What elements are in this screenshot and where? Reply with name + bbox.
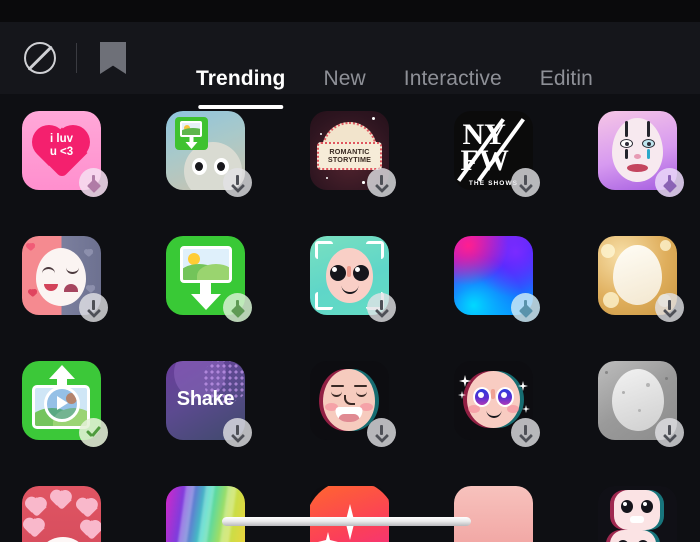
effect-tile-sparkle-big-eyes[interactable] — [454, 361, 540, 447]
download-arrow-icon — [86, 300, 101, 315]
effect-tile-green-photo-save[interactable] — [166, 236, 252, 322]
download-badge[interactable] — [79, 168, 108, 197]
photo-download-icon — [175, 117, 208, 150]
effect-tile-glitch-smile-face[interactable] — [310, 361, 396, 447]
effects-grid: i luv u <3 ROMANTIC STORYTIME NY FW THE … — [0, 94, 700, 542]
tile-artwork — [454, 486, 533, 542]
effect-tile-sun-sparkle[interactable] — [310, 486, 389, 542]
effect-tile-crowd-clone[interactable] — [454, 486, 533, 542]
stone-face-icon — [612, 369, 664, 431]
effect-tile-nyfw[interactable]: NY FW THE SHOWS — [454, 111, 540, 197]
download-badge[interactable] — [223, 168, 252, 197]
header-divider — [76, 43, 77, 73]
effect-tile-aurora-lights[interactable] — [166, 486, 245, 542]
download-arrow-icon — [374, 425, 389, 440]
download-arrow-icon — [374, 175, 389, 190]
effect-tile-shake[interactable]: Shake — [166, 361, 252, 447]
tab-interactive-label: Interactive — [403, 67, 502, 90]
effect-tile-face-scan[interactable] — [310, 236, 396, 322]
image-icon — [180, 121, 202, 137]
down-arrow-icon — [185, 136, 198, 149]
check-icon — [86, 427, 102, 439]
download-arrow-icon — [230, 425, 245, 440]
scan-corner-icon — [315, 241, 333, 259]
marquee-line2: STORYTIME — [327, 155, 372, 164]
prohibition-circle-icon — [24, 42, 56, 74]
download-badge[interactable] — [511, 168, 540, 197]
tab-trending[interactable]: Trending — [196, 67, 286, 109]
scan-corner-icon — [315, 292, 333, 310]
bookmark-icon[interactable] — [91, 36, 135, 80]
effect-tile-video-upload[interactable] — [22, 361, 108, 447]
download-badge[interactable] — [79, 293, 108, 322]
marquee-board: ROMANTIC STORYTIME — [317, 142, 382, 170]
scan-corner-icon — [366, 241, 384, 259]
downloaded-badge[interactable] — [79, 418, 108, 447]
download-arrow-icon — [230, 175, 245, 190]
download-arrow-icon — [518, 300, 533, 315]
effects-panel: Trending New Interactive Editin i luv u … — [0, 0, 700, 542]
download-badge[interactable] — [655, 293, 684, 322]
tile-title: i luv u <3 — [49, 133, 74, 158]
download-badge[interactable] — [367, 418, 396, 447]
effect-tile-i-luv-u[interactable]: i luv u <3 — [22, 111, 108, 197]
no-effect-icon[interactable] — [18, 36, 62, 80]
download-arrow-icon — [86, 175, 101, 190]
tab-trending-label: Trending — [196, 67, 286, 90]
clown-face-icon — [612, 118, 663, 182]
download-badge[interactable] — [511, 293, 540, 322]
glitch-face-icon — [610, 530, 656, 542]
tile-artwork — [310, 486, 389, 542]
effects-header: Trending New Interactive Editin — [0, 22, 700, 109]
tab-editing-label: Editin — [539, 67, 593, 90]
effect-tile-gold-bokeh[interactable] — [598, 236, 684, 322]
download-badge[interactable] — [655, 168, 684, 197]
tile-title: Shake — [176, 388, 235, 410]
download-badge[interactable] — [511, 418, 540, 447]
download-badge[interactable] — [223, 293, 252, 322]
download-arrow-icon — [662, 300, 677, 315]
play-icon — [43, 385, 80, 422]
download-arrow-icon — [230, 300, 245, 315]
download-badge[interactable] — [223, 418, 252, 447]
effect-tile-duo-glitch-faces[interactable] — [598, 486, 677, 542]
sparkle-face-icon — [467, 371, 520, 428]
glitch-face-icon — [323, 369, 375, 431]
tab-new-label: New — [323, 67, 366, 90]
download-arrow-icon — [662, 425, 677, 440]
effect-tile-pink-hearts[interactable] — [22, 486, 101, 542]
horizontal-scrollbar[interactable] — [222, 517, 471, 526]
download-badge[interactable] — [367, 168, 396, 197]
tile-artwork — [22, 486, 101, 542]
gold-blob-icon — [613, 245, 662, 305]
tab-editing[interactable]: Editin — [540, 67, 593, 93]
tab-new[interactable]: New — [323, 67, 365, 93]
download-arrow-icon — [662, 175, 677, 190]
tile-artwork — [598, 486, 677, 542]
bookmark-glyph — [100, 42, 126, 74]
tile-artwork — [166, 486, 245, 542]
download-arrow-icon — [518, 425, 533, 440]
image-icon — [180, 246, 232, 283]
effect-tile-two-faces-mask[interactable] — [22, 236, 108, 322]
top-strip — [0, 0, 700, 22]
effect-tile-romantic-storytime[interactable]: ROMANTIC STORYTIME — [310, 111, 396, 197]
glitch-face-icon — [614, 490, 660, 530]
effect-tile-grey-stone-face[interactable] — [598, 361, 684, 447]
tab-interactive[interactable]: Interactive — [404, 67, 502, 93]
download-badge[interactable] — [655, 418, 684, 447]
download-badge[interactable] — [367, 293, 396, 322]
effect-tile-clown-face[interactable] — [598, 111, 684, 197]
effect-tile-neon-gradient[interactable] — [454, 236, 540, 322]
effect-tile-photo-drop[interactable] — [166, 111, 252, 197]
header-icon-group — [18, 36, 135, 80]
split-face-icon — [36, 248, 86, 306]
download-arrow-icon — [518, 175, 533, 190]
download-arrow-icon — [190, 282, 221, 310]
download-arrow-icon — [374, 300, 389, 315]
